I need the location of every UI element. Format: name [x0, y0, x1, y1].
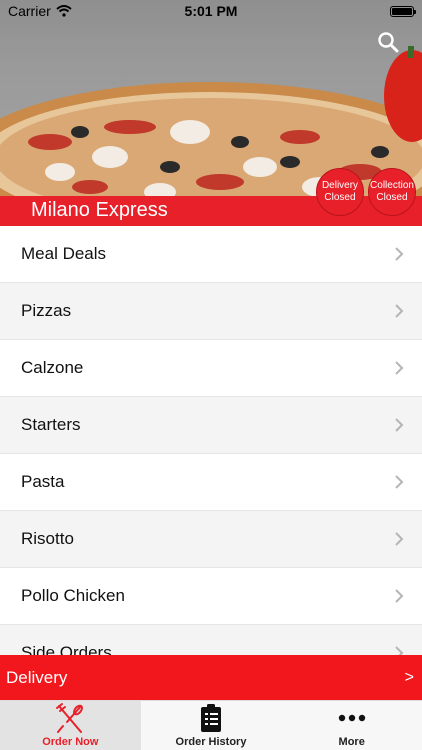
chevron-right-icon: [395, 304, 404, 318]
menu-category-list: Meal Deals Pizzas Calzone Starters Pasta…: [0, 226, 422, 655]
tab-bar: Order Now Order History More: [0, 700, 422, 750]
carrier-label: Carrier: [8, 3, 51, 19]
collection-badge-line2: Closed: [376, 192, 408, 203]
wifi-icon: [56, 5, 72, 17]
menu-item-meal-deals[interactable]: Meal Deals: [0, 226, 422, 283]
menu-item-label: Risotto: [21, 529, 74, 548]
menu-item-label: Pasta: [21, 472, 65, 491]
menu-item-label: Side Orders: [21, 643, 112, 655]
pepper-image: [384, 46, 422, 142]
tab-more-label: More: [338, 736, 365, 748]
tab-more[interactable]: More: [281, 701, 422, 750]
tab-order-history-label: Order History: [175, 736, 247, 748]
chevron-right-icon: [395, 475, 404, 489]
menu-item-pasta[interactable]: Pasta: [0, 454, 422, 511]
menu-item-label: Starters: [21, 415, 81, 434]
status-bar: Carrier 5:01 PM: [0, 0, 422, 22]
battery-icon: [390, 5, 416, 17]
more-dots-icon: [338, 714, 365, 722]
tab-order-history[interactable]: Order History: [141, 701, 282, 750]
menu-item-side-orders[interactable]: Side Orders: [0, 625, 422, 655]
clipboard-icon: [201, 704, 221, 732]
search-icon[interactable]: [376, 30, 400, 54]
menu-item-label: Pizzas: [21, 301, 72, 320]
tab-order-now[interactable]: Order Now: [0, 701, 141, 750]
fork-knife-icon: [56, 703, 84, 733]
delivery-mode-label: Delivery: [6, 667, 68, 687]
menu-item-label: Meal Deals: [21, 244, 107, 263]
menu-item-label: Calzone: [21, 358, 84, 377]
chevron-right-icon: [395, 418, 404, 432]
menu-item-pizzas[interactable]: Pizzas: [0, 283, 422, 340]
menu-item-pollo-chicken[interactable]: Pollo Chicken: [0, 568, 422, 625]
menu-item-calzone[interactable]: Calzone: [0, 340, 422, 397]
chevron-right-icon: [395, 646, 404, 655]
collection-status-badge: Collection Closed: [368, 168, 416, 216]
tab-order-now-label: Order Now: [42, 736, 99, 748]
collection-badge-line1: Collection: [370, 180, 414, 191]
restaurant-name: Milano Express: [31, 199, 168, 221]
delivery-arrow-icon: >: [404, 668, 414, 686]
delivery-badge-line1: Delivery: [321, 180, 359, 191]
delivery-status-badge: Delivery Closed: [316, 168, 364, 216]
menu-item-starters[interactable]: Starters: [0, 397, 422, 454]
chevron-right-icon: [395, 361, 404, 375]
chevron-right-icon: [395, 589, 404, 603]
delivery-mode-button[interactable]: Delivery >: [0, 655, 422, 700]
menu-item-label: Pollo Chicken: [21, 586, 125, 605]
chevron-right-icon: [395, 247, 404, 261]
menu-item-risotto[interactable]: Risotto: [0, 511, 422, 568]
delivery-badge-line2: Closed: [324, 192, 356, 203]
chevron-right-icon: [395, 532, 404, 546]
